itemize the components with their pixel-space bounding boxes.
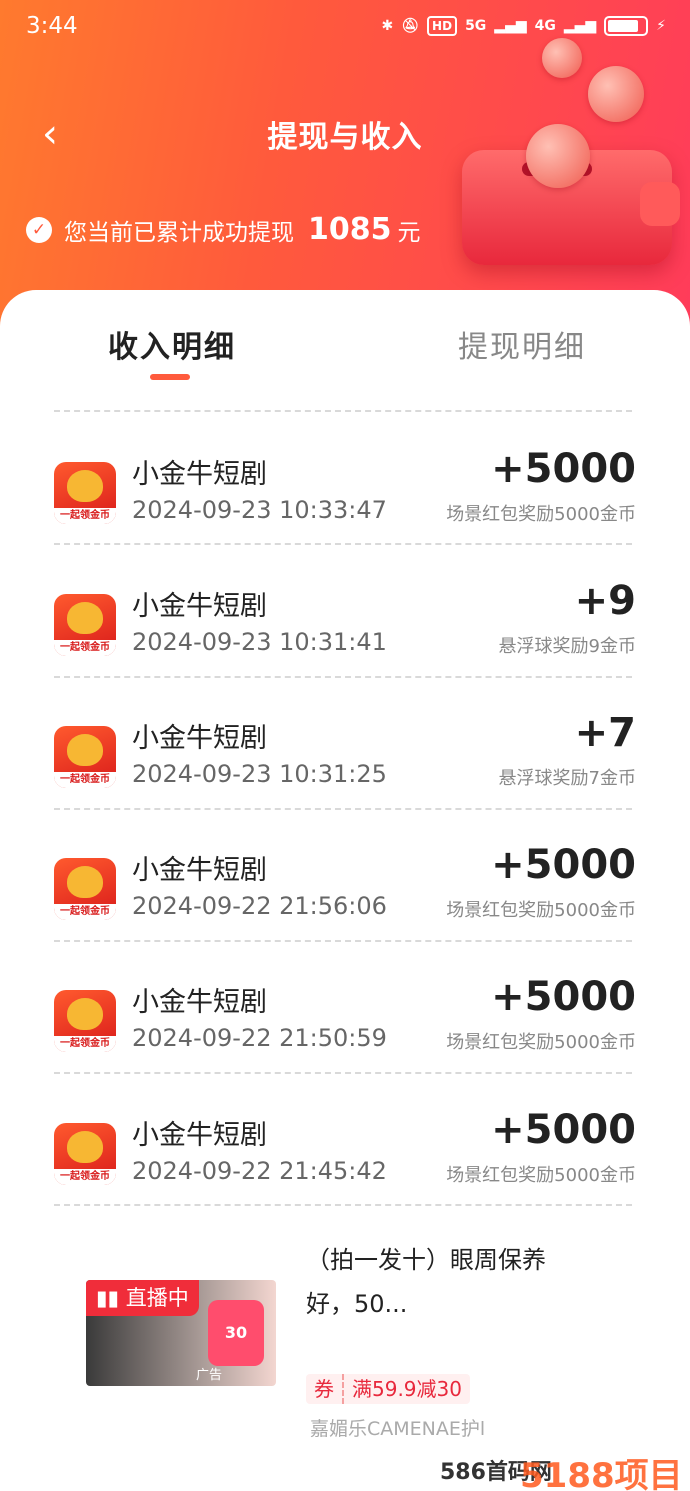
record-time: 2024-09-22 21:56:06: [132, 892, 387, 920]
coin-illustration: [526, 124, 590, 188]
app-icon-caption: 一起领金币: [54, 508, 116, 524]
summary-prefix: 您当前已累计成功提现: [64, 219, 294, 246]
signal-icon: ▂▄▆: [494, 18, 527, 34]
record-desc: 悬浮球奖励7金币: [498, 768, 636, 789]
app-name: 小金牛短剧: [132, 591, 267, 622]
record-amount: +5000: [491, 446, 636, 492]
coupon-tag: 券: [314, 1377, 334, 1401]
app-name: 小金牛短剧: [132, 459, 267, 490]
hd-badge: HD: [427, 16, 458, 36]
list-item[interactable]: 一起领金币 小金牛短剧 2024-09-23 10:31:25 +7 悬浮球奖励…: [54, 710, 636, 816]
app-icon-caption: 一起领金币: [54, 772, 116, 788]
app-icon: 一起领金币: [54, 990, 116, 1052]
app-icon-caption: 一起领金币: [54, 640, 116, 656]
coin-illustration: [588, 66, 644, 122]
summary-amount: 1085: [308, 212, 392, 247]
record-desc: 场景红包奖励5000金币: [446, 1032, 636, 1053]
ad-tag: 广告: [196, 1368, 223, 1383]
check-circle-icon: ✓: [26, 216, 52, 243]
record-amount: +7: [574, 710, 636, 756]
bull-icon: [67, 470, 103, 502]
signal-icon: ▂▄▆: [563, 18, 597, 34]
tab-withdraw[interactable]: 提现明细: [458, 322, 586, 366]
bluetooth-icon: ✱: [381, 18, 394, 34]
divider: [54, 676, 632, 678]
app-icon: 一起领金币: [54, 462, 116, 524]
tab-bar: 收入明细 提现明细: [0, 322, 690, 382]
list-item[interactable]: 一起领金币 小金牛短剧 2024-09-22 21:50:59 +5000 场景…: [54, 974, 636, 1080]
signal-5g: 5G: [465, 18, 487, 34]
mute-icon: 🔕︎: [401, 18, 420, 34]
box-text: 30: [224, 1323, 248, 1342]
list-item[interactable]: 一起领金币 小金牛短剧 2024-09-22 21:56:06 +5000 场景…: [54, 842, 636, 948]
record-desc: 悬浮球奖励9金币: [498, 636, 636, 657]
record-amount: +5000: [491, 1107, 636, 1153]
bull-icon: [67, 998, 103, 1030]
product-box: 30: [208, 1300, 264, 1366]
list-item[interactable]: 一起领金币 小金牛短剧 2024-09-23 10:31:41 +9 悬浮球奖励…: [54, 578, 636, 684]
divider: [54, 410, 632, 412]
record-time: 2024-09-22 21:50:59: [132, 1024, 387, 1052]
record-desc: 场景红包奖励5000金币: [446, 900, 636, 921]
app-icon: 一起领金币: [54, 726, 116, 788]
wallet-clasp: [640, 182, 680, 226]
record-amount: +5000: [491, 842, 636, 888]
status-icons: ✱ 🔕︎ HD 5G ▂▄▆ 4G ▂▄▆ ⚡: [382, 16, 666, 36]
coupon-text: 满59.9减30: [342, 1374, 470, 1404]
charging-icon: ⚡: [656, 18, 666, 34]
record-time: 2024-09-22 21:45:42: [132, 1157, 387, 1185]
withdraw-summary: ✓ 您当前已累计成功提现 1085 元: [26, 212, 421, 247]
bull-icon: [67, 866, 103, 898]
bull-icon: [67, 1131, 103, 1163]
record-desc: 场景红包奖励5000金币: [446, 504, 636, 525]
list-item[interactable]: 一起领金币 小金牛短剧 2024-09-23 10:33:47 +5000 场景…: [54, 446, 636, 552]
record-desc: 场景红包奖励5000金币: [446, 1165, 636, 1186]
header: 3:44 ✱ 🔕︎ HD 5G ▂▄▆ 4G ▂▄▆ ⚡ ‹ 提现与收入 ✓ 您…: [0, 0, 690, 330]
app-icon: 一起领金币: [54, 858, 116, 920]
app-name: 小金牛短剧: [132, 987, 267, 1018]
app-icon: 一起领金币: [54, 1123, 116, 1185]
ad-image[interactable]: ▮▮ 直播中 30 广告: [86, 1280, 276, 1386]
app-icon-caption: 一起领金币: [54, 1169, 116, 1185]
record-amount: +9: [574, 578, 636, 624]
coin-illustration: [542, 38, 582, 78]
coupon-badge: 券 满59.9减30: [306, 1374, 470, 1404]
divider: [54, 1204, 632, 1206]
tab-indicator: [150, 374, 190, 380]
record-time: 2024-09-23 10:31:25: [132, 760, 387, 788]
app-name: 小金牛短剧: [132, 855, 267, 886]
app-icon-caption: 一起领金币: [54, 1036, 116, 1052]
record-amount: +5000: [491, 974, 636, 1020]
summary-unit: 元: [397, 219, 421, 246]
live-label: 直播中: [125, 1286, 189, 1310]
watermark-logo: 5188项目网: [520, 1456, 683, 1491]
record-time: 2024-09-23 10:33:47: [132, 496, 387, 524]
divider: [54, 808, 632, 810]
divider: [54, 940, 632, 942]
bull-icon: [67, 602, 103, 634]
bar-chart-icon: ▮▮: [96, 1286, 126, 1310]
signal-4g: 4G: [534, 18, 556, 34]
list-item[interactable]: 一起领金币 小金牛短剧 2024-09-22 21:45:42 +5000 场景…: [54, 1107, 636, 1213]
live-badge: ▮▮ 直播中: [86, 1280, 199, 1316]
app-name: 小金牛短剧: [132, 1120, 267, 1151]
ad-title[interactable]: （拍一发十）眼周保养好，50...: [306, 1238, 546, 1326]
app-name: 小金牛短剧: [132, 723, 267, 754]
status-bar: 3:44 ✱ 🔕︎ HD 5G ▂▄▆ 4G ▂▄▆ ⚡: [26, 10, 666, 42]
divider: [54, 1072, 632, 1074]
record-time: 2024-09-23 10:31:41: [132, 628, 387, 656]
app-icon: 一起领金币: [54, 594, 116, 656]
ad-brand: 嘉媚乐CAMENAE护l: [310, 1418, 486, 1440]
tab-income[interactable]: 收入明细: [108, 322, 236, 366]
app-icon-caption: 一起领金币: [54, 904, 116, 920]
status-time: 3:44: [26, 13, 78, 39]
battery-icon: [604, 16, 649, 36]
divider: [54, 543, 632, 545]
bull-icon: [67, 734, 103, 766]
